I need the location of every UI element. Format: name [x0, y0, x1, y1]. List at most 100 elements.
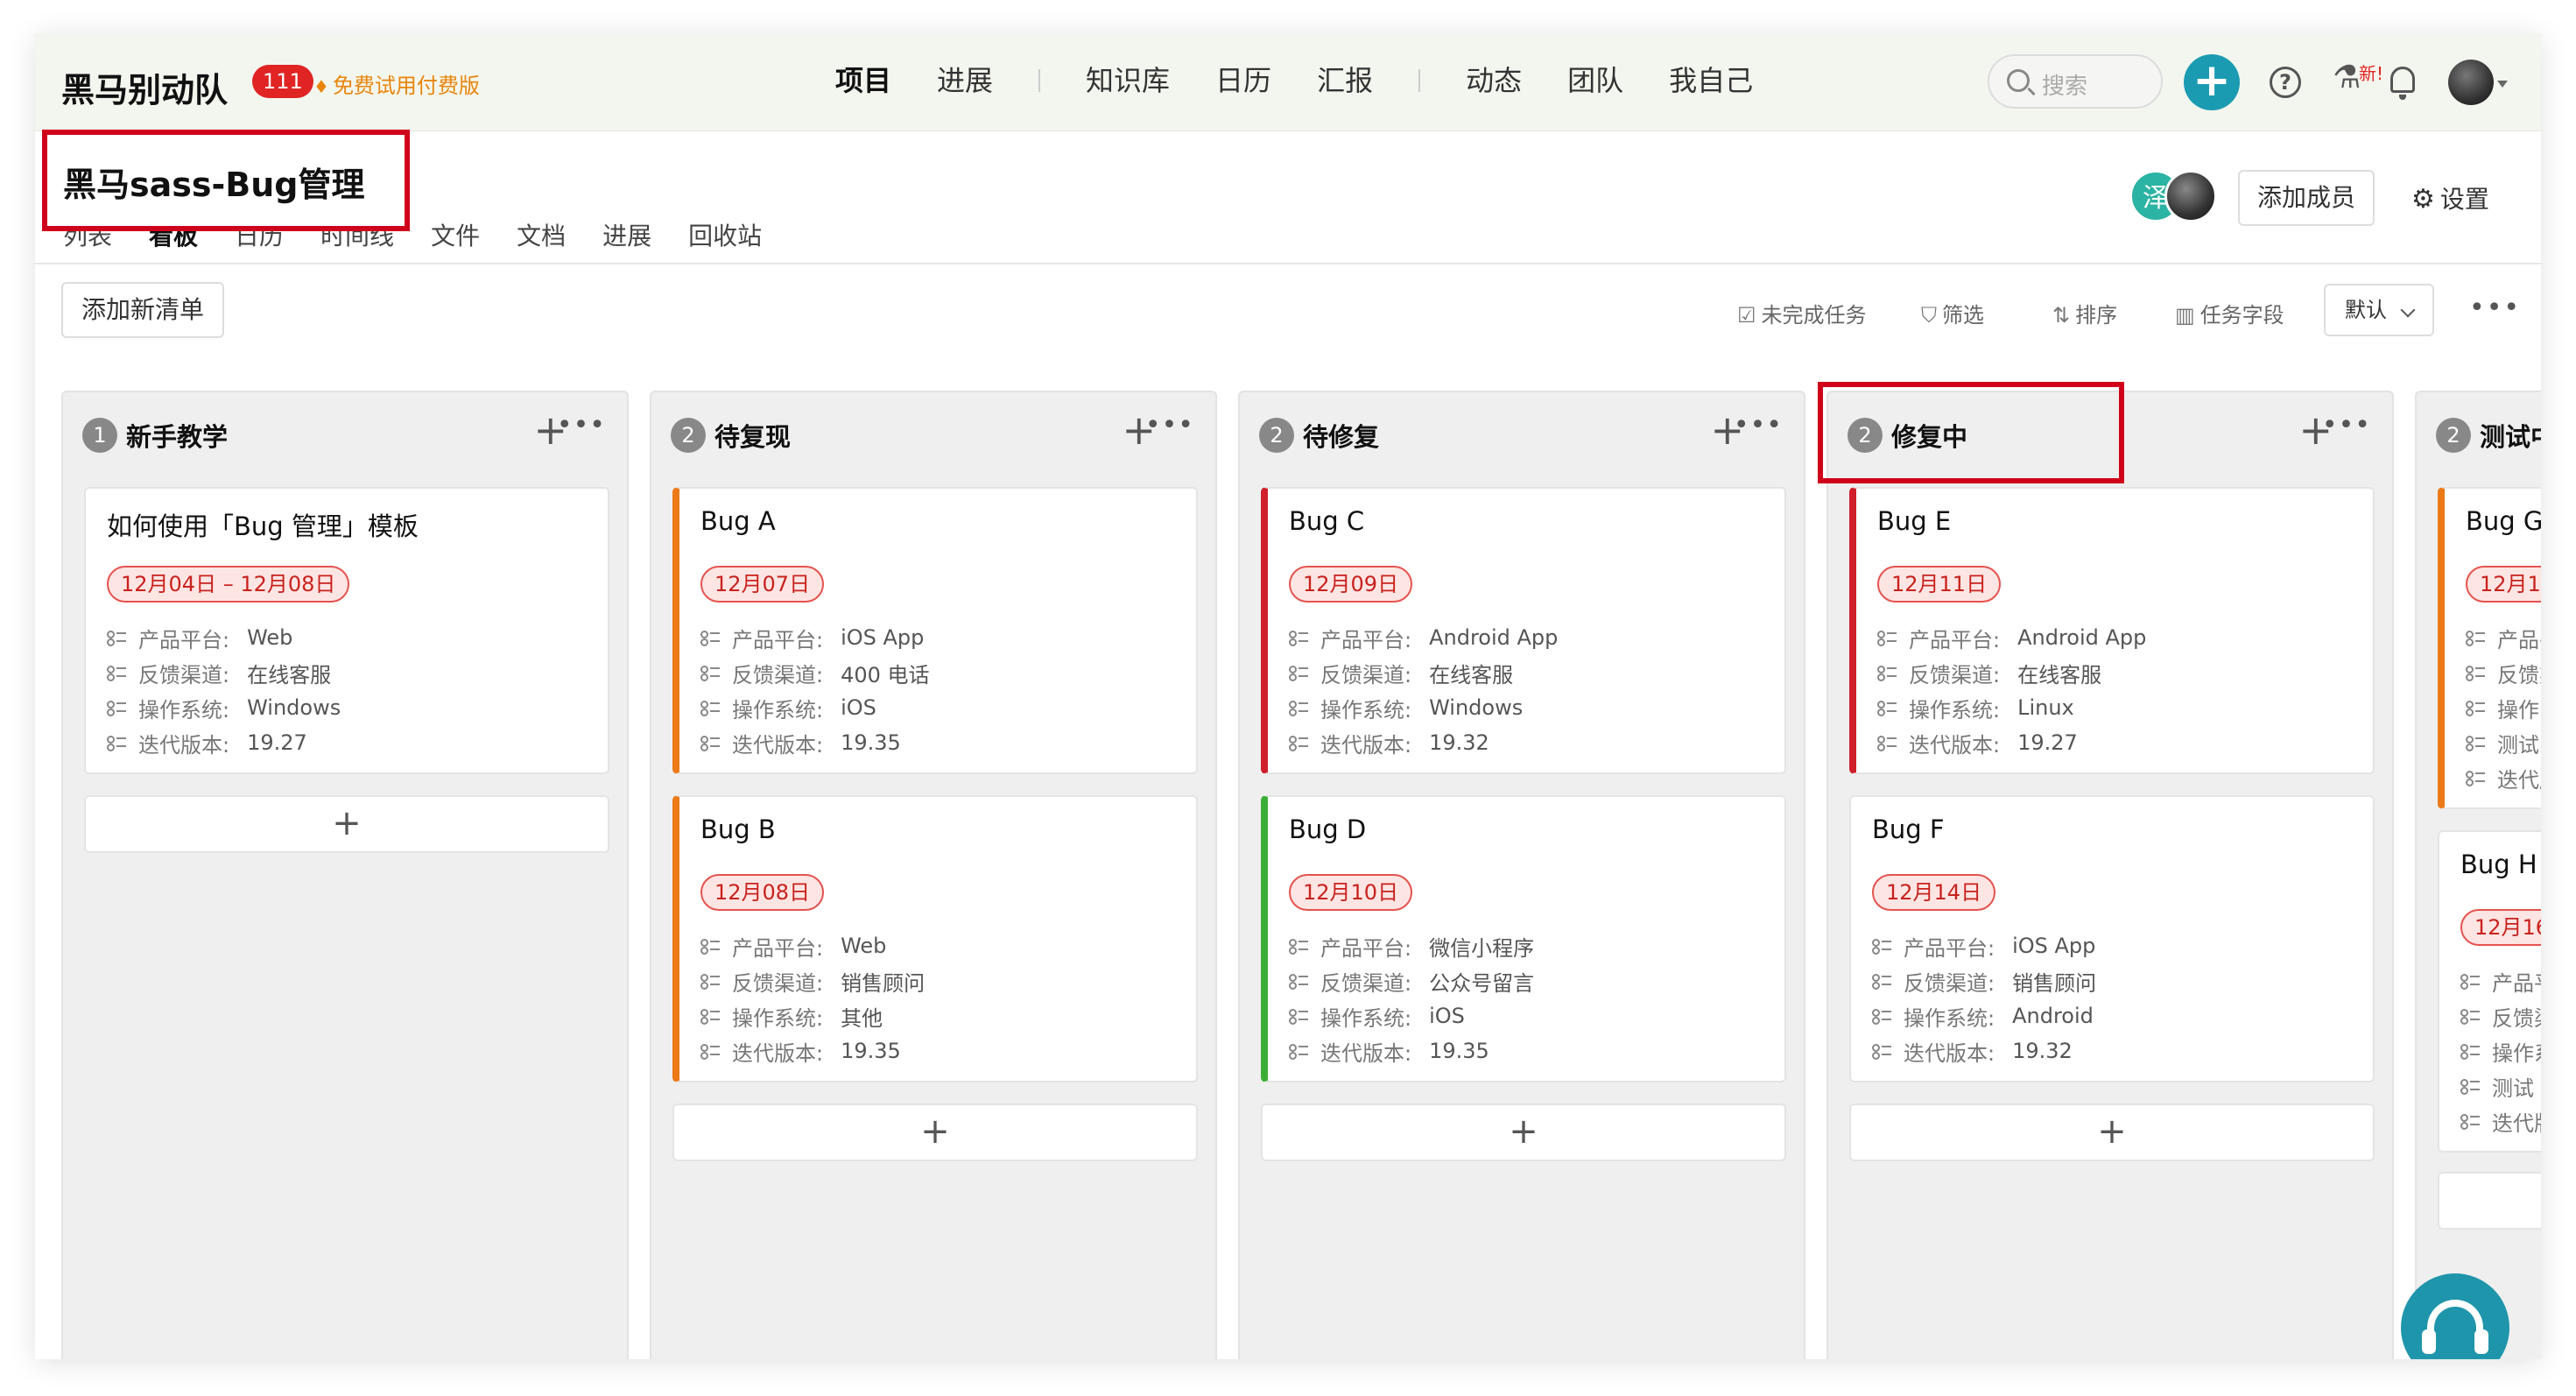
checkbox-icon: ☑: [1737, 303, 1756, 328]
field-row: 产品平台:: [2460, 963, 2541, 998]
list-icon: [2460, 1043, 2480, 1060]
trial-link[interactable]: ♦ 免费试用付费版: [313, 68, 480, 99]
field-row: 操作系统: iOS: [1289, 998, 1534, 1033]
field-value: Web: [841, 934, 887, 958]
incomplete-tasks-toggle[interactable]: ☑ 未完成任务: [1737, 298, 1867, 328]
column-more-icon[interactable]: •••: [2322, 410, 2371, 441]
task-card[interactable]: Bug C 12月09日 产品平台: Android App 反馈渠道: 在线客服 …: [1261, 487, 1786, 774]
column-title[interactable]: 新手教学: [126, 417, 228, 454]
list-icon: [1877, 630, 1897, 646]
member-avatar[interactable]: [2164, 170, 2217, 222]
column-count: 2: [1259, 418, 1294, 453]
nav-item-myself[interactable]: 我自己: [1669, 61, 1753, 100]
column-title[interactable]: 待复现: [714, 417, 791, 454]
list-icon: [700, 630, 720, 646]
task-card[interactable]: Bug B 12月08日 产品平台: Web 反馈渠道: 销售顾问 操作系统: 其他 …: [672, 795, 1198, 1082]
column-header[interactable]: 2 测试中: [2436, 417, 2541, 454]
gem-icon: ♦: [313, 76, 329, 97]
member-avatars[interactable]: 泽: [2129, 170, 2226, 224]
task-card[interactable]: Bug H 12月16 产品平台: 反馈渠道: 操作系统: 测试 迭代版本:: [2438, 830, 2541, 1153]
nav-item-calendar[interactable]: 日历: [1215, 61, 1271, 100]
task-card[interactable]: 如何使用「Bug 管理」模板 12月04日 – 12月08日 产品平台: Web …: [84, 487, 609, 774]
column-title[interactable]: 测试中: [2480, 417, 2541, 454]
settings-button[interactable]: ⚙ 设置: [2411, 180, 2489, 215]
column-title[interactable]: 待修复: [1303, 417, 1379, 454]
task-card[interactable]: Bug D 12月10日 产品平台: 微信小程序 反馈渠道: 公众号留言 操作系统:…: [1261, 795, 1786, 1082]
column-header[interactable]: 1 新手教学: [82, 417, 228, 454]
task-card[interactable]: Bug G 12月15 产品平台: 反馈渠道: 操作系统: 测试 迭代版本:: [2438, 487, 2541, 809]
nav-item-progress[interactable]: 进展: [937, 61, 993, 100]
add-card-button[interactable]: +: [672, 1103, 1198, 1161]
card-title: Bug D: [1289, 814, 1367, 844]
card-fields: 产品平台: Web 反馈渠道: 销售顾问 操作系统: 其他 迭代版本: 19.35: [700, 928, 925, 1068]
field-label: 反馈渠道:: [732, 662, 824, 687]
view-select[interactable]: 默认: [2324, 284, 2434, 336]
help-icon[interactable]: ?: [2270, 67, 2301, 98]
tab-recycle-bin[interactable]: 回收站: [688, 217, 762, 252]
card-title: Bug E: [1877, 506, 1952, 536]
field-value: 在线客服: [247, 662, 332, 687]
add-list-button[interactable]: 添加新清单: [61, 282, 224, 338]
add-card-button[interactable]: +: [84, 795, 609, 853]
field-value: Android App: [2017, 625, 2147, 650]
field-label: 反馈渠道:: [1320, 970, 1412, 996]
quick-add-button[interactable]: +: [2184, 54, 2240, 110]
add-card-button[interactable]: [2438, 1172, 2541, 1230]
sort-icon: ⇅: [2052, 303, 2071, 328]
funnel-icon: ⛉: [1921, 303, 1937, 328]
checklist-icon: [1289, 1043, 1308, 1060]
tab-files[interactable]: 文件: [431, 217, 480, 252]
field-value: 19.32: [2012, 1039, 2073, 1063]
field-row: 操作系统: 其他: [700, 998, 925, 1033]
column-more-icon[interactable]: •••: [1145, 410, 1194, 441]
chevron-down-icon[interactable]: [2497, 81, 2508, 88]
sort-label: 排序: [2075, 303, 2118, 328]
field-label: 迭代版本:: [732, 1040, 824, 1066]
column-header[interactable]: 2 待修复: [1259, 417, 1379, 454]
checklist-icon: [700, 1043, 720, 1060]
sort-button[interactable]: ⇅ 排序: [2052, 298, 2117, 328]
tab-progress[interactable]: 进展: [602, 217, 651, 252]
add-member-button[interactable]: 添加成员: [2238, 170, 2375, 226]
task-card[interactable]: Bug E 12月11日 产品平台: Android App 反馈渠道: 在线客服 …: [1849, 487, 2375, 774]
add-card-button[interactable]: +: [1261, 1103, 1786, 1161]
app-window: 黑马别动队 111 ♦ 免费试用付费版 项目 进展 知识库 日历 汇报 动态 团队…: [35, 33, 2541, 1359]
task-card[interactable]: Bug A 12月07日 产品平台: iOS App 反馈渠道: 400 电话 操作…: [672, 487, 1198, 774]
column-more-icon[interactable]: •••: [557, 410, 606, 441]
field-label: 操作系统:: [2492, 1040, 2541, 1066]
nav-item-projects[interactable]: 项目: [835, 61, 891, 100]
nav-item-reports[interactable]: 汇报: [1317, 61, 1373, 100]
field-label: 产品平台:: [732, 627, 824, 652]
nav-item-team[interactable]: 团队: [1567, 61, 1623, 100]
column-header[interactable]: 2 待复现: [671, 417, 791, 454]
field-row: 迭代版本:: [2460, 1103, 2541, 1139]
user-avatar[interactable]: [2448, 60, 2494, 105]
team-name[interactable]: 黑马别动队: [61, 63, 228, 111]
column-more-icon[interactable]: •••: [1734, 410, 1783, 441]
filter-button[interactable]: ⛉ 筛选: [1921, 298, 1984, 328]
field-label: 产品平台:: [138, 627, 230, 652]
field-row: 操作系统: Windows: [107, 690, 341, 725]
notification-count-badge[interactable]: 111: [252, 65, 313, 98]
list-icon: [700, 700, 720, 716]
field-row: 操作系统: Windows: [1289, 690, 1558, 725]
bell-icon[interactable]: [2390, 67, 2415, 100]
card-title: Bug C: [1289, 506, 1365, 536]
list-icon: [700, 938, 720, 955]
add-card-button[interactable]: +: [1849, 1103, 2375, 1161]
task-fields-button[interactable]: ▥ 任务字段: [2175, 298, 2284, 328]
list-icon: [2460, 1078, 2480, 1095]
flask-icon[interactable]: ⚗: [2333, 60, 2361, 95]
list-icon: [1289, 700, 1308, 716]
more-options-icon[interactable]: •••: [2469, 293, 2521, 323]
task-card[interactable]: Bug F 12月14日 产品平台: iOS App 反馈渠道: 销售顾问 操作系统…: [1849, 795, 2375, 1082]
field-value: 销售顾问: [841, 970, 926, 996]
main-nav: 项目 进展 知识库 日历 汇报 动态 团队 我自己: [835, 61, 1798, 100]
field-row: 迭代版本: 19.27: [1877, 725, 2146, 760]
tab-docs[interactable]: 文档: [517, 217, 566, 252]
filter-label: 筛选: [1942, 303, 1984, 328]
nav-item-activity[interactable]: 动态: [1466, 61, 1522, 100]
search-input[interactable]: 搜索: [1988, 54, 2163, 109]
field-label: 迭代版本:: [732, 732, 824, 758]
nav-item-knowledge-base[interactable]: 知识库: [1086, 61, 1170, 100]
